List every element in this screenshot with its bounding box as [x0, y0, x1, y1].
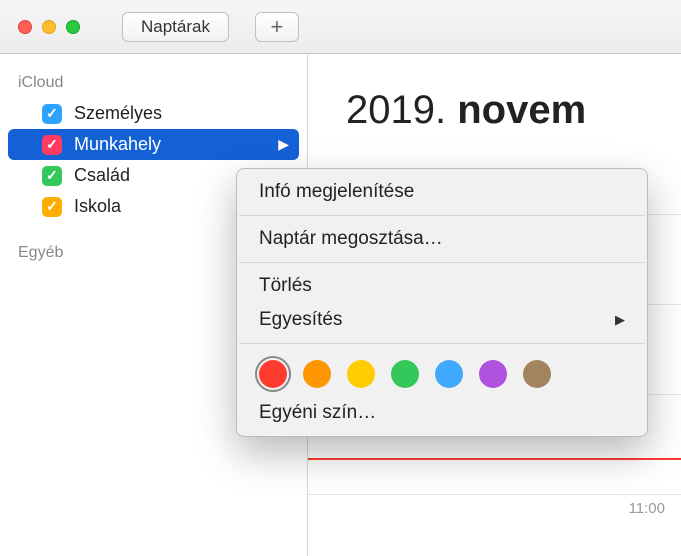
menu-item-custom-color[interactable]: Egyéni szín…	[237, 396, 647, 430]
date-month: novem	[457, 88, 586, 132]
current-time-indicator	[308, 458, 681, 460]
minimize-window-icon[interactable]	[42, 20, 56, 34]
zoom-window-icon[interactable]	[66, 20, 80, 34]
window-controls	[18, 20, 80, 34]
color-swatch-purple[interactable]	[479, 360, 507, 388]
calendar-label: Személyes	[74, 103, 162, 124]
calendar-label: Munkahely	[74, 134, 161, 155]
color-swatch-orange[interactable]	[303, 360, 331, 388]
color-swatches	[237, 350, 647, 396]
titlebar: Naptárak +	[0, 0, 681, 54]
checkbox-icon[interactable]: ✓	[42, 166, 62, 186]
calendars-button[interactable]: Naptárak	[122, 12, 229, 42]
menu-item-delete[interactable]: Törlés	[237, 269, 647, 303]
context-menu: Infó megjelenítése Naptár megosztása… Tö…	[236, 168, 648, 437]
time-label: 11:00	[629, 500, 665, 517]
calendar-label: Iskola	[74, 196, 121, 217]
color-swatch-brown[interactable]	[523, 360, 551, 388]
checkbox-icon[interactable]: ✓	[42, 135, 62, 155]
separator	[239, 343, 645, 344]
color-swatch-yellow[interactable]	[347, 360, 375, 388]
add-button[interactable]: +	[255, 12, 299, 42]
menu-item-merge[interactable]: Egyesítés ▶	[237, 303, 647, 337]
chevron-right-icon: ▶	[615, 312, 625, 328]
close-window-icon[interactable]	[18, 20, 32, 34]
checkbox-icon[interactable]: ✓	[42, 104, 62, 124]
color-swatch-red[interactable]	[259, 360, 287, 388]
calendar-label: Család	[74, 165, 130, 186]
menu-item-share-calendar[interactable]: Naptár megosztása…	[237, 222, 647, 256]
sidebar-item-work[interactable]: ✓ Munkahely ▶	[8, 129, 299, 160]
separator	[239, 262, 645, 263]
plus-icon: +	[271, 14, 284, 40]
date-title: 2019. novem	[346, 88, 681, 133]
separator	[239, 215, 645, 216]
color-swatch-green[interactable]	[391, 360, 419, 388]
sidebar-item-personal[interactable]: ✓ Személyes	[0, 98, 307, 129]
chevron-right-icon: ▶	[278, 136, 289, 153]
menu-item-label: Egyesítés	[259, 309, 342, 331]
color-swatch-blue[interactable]	[435, 360, 463, 388]
menu-item-show-info[interactable]: Infó megjelenítése	[237, 175, 647, 209]
sidebar-section-icloud: iCloud	[0, 66, 307, 98]
date-year: 2019.	[346, 88, 457, 132]
checkbox-icon[interactable]: ✓	[42, 197, 62, 217]
